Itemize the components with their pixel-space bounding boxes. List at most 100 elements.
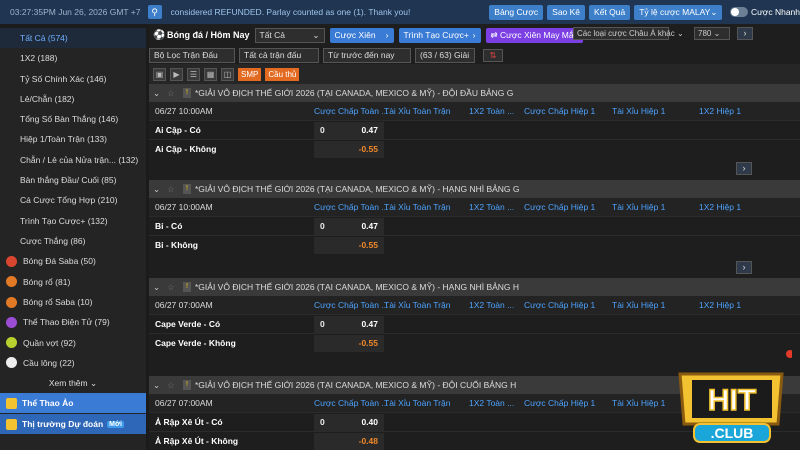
chevron-down-icon: ⌄ xyxy=(710,6,718,17)
collapse-icon[interactable]: ⌄ xyxy=(153,184,165,195)
handicap-value: 0 xyxy=(320,319,325,329)
col-1x2-1h: 1X2 Hiệp 1 xyxy=(699,106,742,116)
collapse-icon[interactable]: ⌄ xyxy=(153,282,165,293)
sidebar-sub-all[interactable]: Tất Cả (574) xyxy=(0,28,146,49)
odds-cell[interactable]: -0.55 xyxy=(314,334,384,352)
sidebar-sport-saba-soccer[interactable]: Bóng Đá Saba (50) xyxy=(0,251,146,271)
league-header[interactable]: ⌄ ☆! *GIẢI VÔ ĐỊCH THẾ GIỚI 2026 (TẠI CANA… xyxy=(149,278,800,296)
sidebar-sub-odd-even[interactable]: Lẻ/Chẵn (182) xyxy=(0,89,146,109)
sport-label: Thể Thao Điện Tử xyxy=(23,317,93,328)
odds-value: -0.55 xyxy=(358,144,378,154)
sidebar-sport-esports[interactable]: Thể Thao Điện Tử (79) xyxy=(0,312,146,332)
search-button[interactable]: ⚲ xyxy=(147,5,162,19)
match-filter-value: Bộ Lọc Trận Đấu xyxy=(154,49,218,60)
league-header[interactable]: ⌄ ☆! *GIẢI VÔ ĐỊCH THẾ GIỚI 2026 (TẠI CANA… xyxy=(149,84,800,102)
star-icon[interactable]: ☆ xyxy=(167,282,179,293)
odds-cell[interactable]: -0.55 xyxy=(314,140,384,158)
list-view-icon[interactable]: ☰ xyxy=(187,67,200,81)
logo-text-club: .CLUB xyxy=(711,425,754,441)
sidebar-sub-mix-parlay[interactable]: Cá Cược Tổng Hợp (210) xyxy=(0,190,146,210)
grid-view-icon[interactable]: ▦ xyxy=(204,67,217,81)
sidebar-sub-half-odd-even[interactable]: Chẵn / Lẻ của Nửa trận... (132) xyxy=(0,150,146,170)
odds-cell[interactable]: 0 0.47 xyxy=(314,121,384,139)
sub-label: Tổng Số Bàn Thắng xyxy=(20,114,96,125)
stats-icon[interactable]: ◫ xyxy=(221,67,234,81)
prediction-market-link[interactable]: Thị trường Dự đoán Mới xyxy=(0,414,146,435)
sidebar-sport-saba-basketball[interactable]: Bóng rổ Saba (10) xyxy=(0,292,146,312)
sidebar-sub-correct-score[interactable]: Tỷ Số Chính Xác (146) xyxy=(0,69,146,89)
col-1x2-ft: 1X2 Toàn ... xyxy=(469,202,515,212)
refresh-icon[interactable]: ⇅ xyxy=(483,48,503,62)
quick-bet-toggle[interactable] xyxy=(730,7,748,17)
col-over-under-ft: Tài Xỉu Toàn Trận xyxy=(384,300,451,310)
sidebar-sub-bet-builder[interactable]: Trình Tạo Cược+ (132) xyxy=(0,211,146,231)
next-page-button[interactable]: › xyxy=(737,27,753,40)
odds-cell[interactable]: -0.55 xyxy=(314,236,384,254)
chevron-down-icon: ⌄ xyxy=(90,378,98,389)
bet-builder-button[interactable]: Trình Tạo Cược+ › xyxy=(398,27,481,43)
market-select[interactable]: Tất Cả ⌄ xyxy=(254,27,325,43)
clock: 03:27:35PM Jun 26, 2026 GMT +7 xyxy=(10,7,141,17)
sidebar-sub-first-last-goal[interactable]: Bàn thắng Đầu/ Cuối (85) xyxy=(0,170,146,190)
sub-label: Cược Thắng xyxy=(20,235,68,246)
team-name: Bỉ - Không xyxy=(155,240,198,250)
chevron-right-icon: › xyxy=(742,262,746,272)
star-icon[interactable]: ☆ xyxy=(167,380,179,391)
sub-label: Cá Cược Tổng Hợp xyxy=(20,195,96,206)
match-time: 06/27 10:00AM xyxy=(155,106,213,116)
play-icon[interactable]: ▶ xyxy=(170,67,183,81)
sub-count: (188) xyxy=(37,53,58,64)
results-button[interactable]: Kết Quả xyxy=(589,4,631,20)
odds-cell[interactable]: -0.48 xyxy=(314,432,384,450)
league-header[interactable]: ⌄ ☆! *GIẢI VÔ ĐỊCH THẾ GIỚI 2026 (TẠI CANA… xyxy=(149,180,800,198)
virtual-sports-label: Thể Thao Ảo xyxy=(22,398,74,409)
hitclub-logo-graphic: HIT .CLUB xyxy=(678,350,794,443)
lock-icon[interactable]: ▣ xyxy=(153,67,166,81)
sidebar-sub-1x2[interactable]: 1X2 (188) xyxy=(0,48,146,68)
sidebar-sub-total-goals[interactable]: Tổng Số Bàn Thắng (146) xyxy=(0,109,146,129)
odds-cell[interactable]: 0 0.40 xyxy=(314,413,384,431)
sidebar-sub-half-full[interactable]: Hiệp 1/Toàn Trận (133) xyxy=(0,129,146,149)
col-1x2-ft: 1X2 Toàn ... xyxy=(469,106,515,116)
team-row: Bỉ - Không -0.55 xyxy=(149,235,800,254)
sidebar-sport-tennis[interactable]: Quần vợt (92) xyxy=(0,332,146,352)
league-flag-icon: ! xyxy=(183,184,191,194)
period-select[interactable]: Từ trước đến nay xyxy=(323,47,411,63)
match-filter-select[interactable]: Bộ Lọc Trận Đấu xyxy=(149,47,235,63)
bet-builder-label: Trình Tạo Cược+ xyxy=(403,29,469,40)
team-name: Ả Rập Xê Út - Có xyxy=(155,417,223,427)
more-markets-button[interactable]: › xyxy=(736,162,752,175)
sidebar-sport-badminton[interactable]: Cầu lông (22) xyxy=(0,353,146,373)
bet-list-button[interactable]: Bảng Cược xyxy=(489,4,544,20)
league-count-select[interactable]: (63 / 63) Giải xyxy=(415,47,475,63)
col-handicap-ft: Cược Chấp Toàn ... xyxy=(314,300,389,310)
tool-row: ▣ ▶ ☰ ▦ ◫ SMP Cầu thủ Các loại cược Châu… xyxy=(149,27,800,84)
statement-button[interactable]: Sao Kê xyxy=(547,4,586,20)
odds-type-select[interactable]: Tỷ lệ cược MALAY ⌄ xyxy=(634,4,723,20)
virtual-sports-link[interactable]: Thể Thao Ảo xyxy=(0,393,146,414)
parlay-button[interactable]: Cược Xiên › xyxy=(329,27,394,43)
more-markets-button[interactable]: › xyxy=(736,261,752,274)
sidebar-sub-outright[interactable]: Cược Thắng (86) xyxy=(0,231,146,251)
breadcrumb: Bóng đá / Hôm Nay xyxy=(167,30,250,40)
count-select[interactable]: 780 ⌄ xyxy=(694,27,730,40)
star-icon[interactable]: ☆ xyxy=(167,88,179,99)
all-matches-select[interactable]: Tất cả trận đấu xyxy=(239,47,319,63)
sidebar-sport-basketball[interactable]: Bóng rổ (81) xyxy=(0,272,146,292)
sub-count: (132) xyxy=(118,154,139,165)
sport-count: (81) xyxy=(55,276,71,287)
league-flag-icon: ! xyxy=(183,88,191,98)
odds-value: -0.55 xyxy=(358,338,378,348)
bet-type-select[interactable]: Các loại cược Châu Á khác ⌄ xyxy=(573,27,684,40)
player-button[interactable]: Cầu thủ xyxy=(265,67,300,81)
odds-cell[interactable]: 0 0.47 xyxy=(314,217,384,235)
collapse-icon[interactable]: ⌄ xyxy=(153,380,165,391)
odds-cell[interactable]: 0 0.47 xyxy=(314,315,384,333)
smp-button[interactable]: SMP xyxy=(238,67,262,81)
league-flag-icon: ! xyxy=(183,282,191,292)
soccer-ball-icon xyxy=(6,255,17,267)
star-icon[interactable]: ☆ xyxy=(167,184,179,195)
see-more-button[interactable]: Xem thêm ⌄ xyxy=(0,373,146,393)
collapse-icon[interactable]: ⌄ xyxy=(153,88,165,99)
lucky-parlay-button[interactable]: ⇄ Cược Xiên May Mắn xyxy=(485,27,584,43)
